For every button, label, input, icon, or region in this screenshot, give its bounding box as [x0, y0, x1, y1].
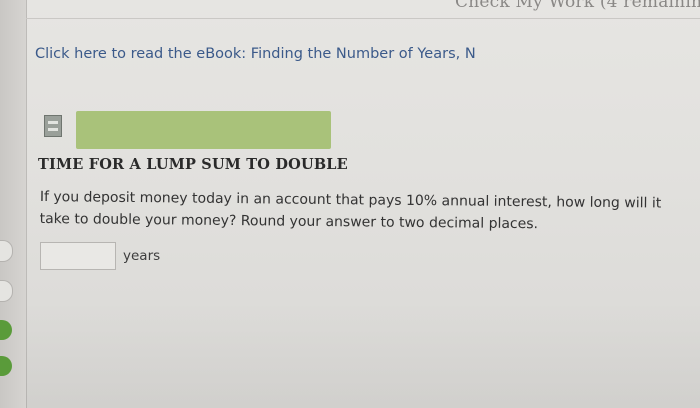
- page: Check My Work (4 remaining) Click here t…: [0, 0, 700, 408]
- answer-unit-label: years: [123, 248, 161, 264]
- answer-input[interactable]: [40, 242, 116, 270]
- ebook-link[interactable]: Click here to read the eBook: Finding th…: [35, 46, 476, 62]
- page-shadow: [26, 300, 700, 408]
- nav-item-unanswered[interactable]: [0, 240, 13, 262]
- check-my-work-status[interactable]: Check My Work (4 remaining): [455, 0, 700, 12]
- question-text: If you deposit money today in an account…: [39, 188, 662, 233]
- divider: [26, 18, 700, 19]
- nav-item-unanswered[interactable]: [0, 280, 13, 302]
- nav-item-completed[interactable]: [0, 320, 12, 340]
- nav-item-completed[interactable]: [0, 356, 12, 376]
- problem-banner: [76, 111, 331, 149]
- tool-bar: [36, 111, 331, 149]
- calculator-icon[interactable]: [44, 115, 62, 137]
- problem-title: TIME FOR A LUMP SUM TO DOUBLE: [38, 156, 348, 173]
- question-nav-rail: [0, 0, 27, 408]
